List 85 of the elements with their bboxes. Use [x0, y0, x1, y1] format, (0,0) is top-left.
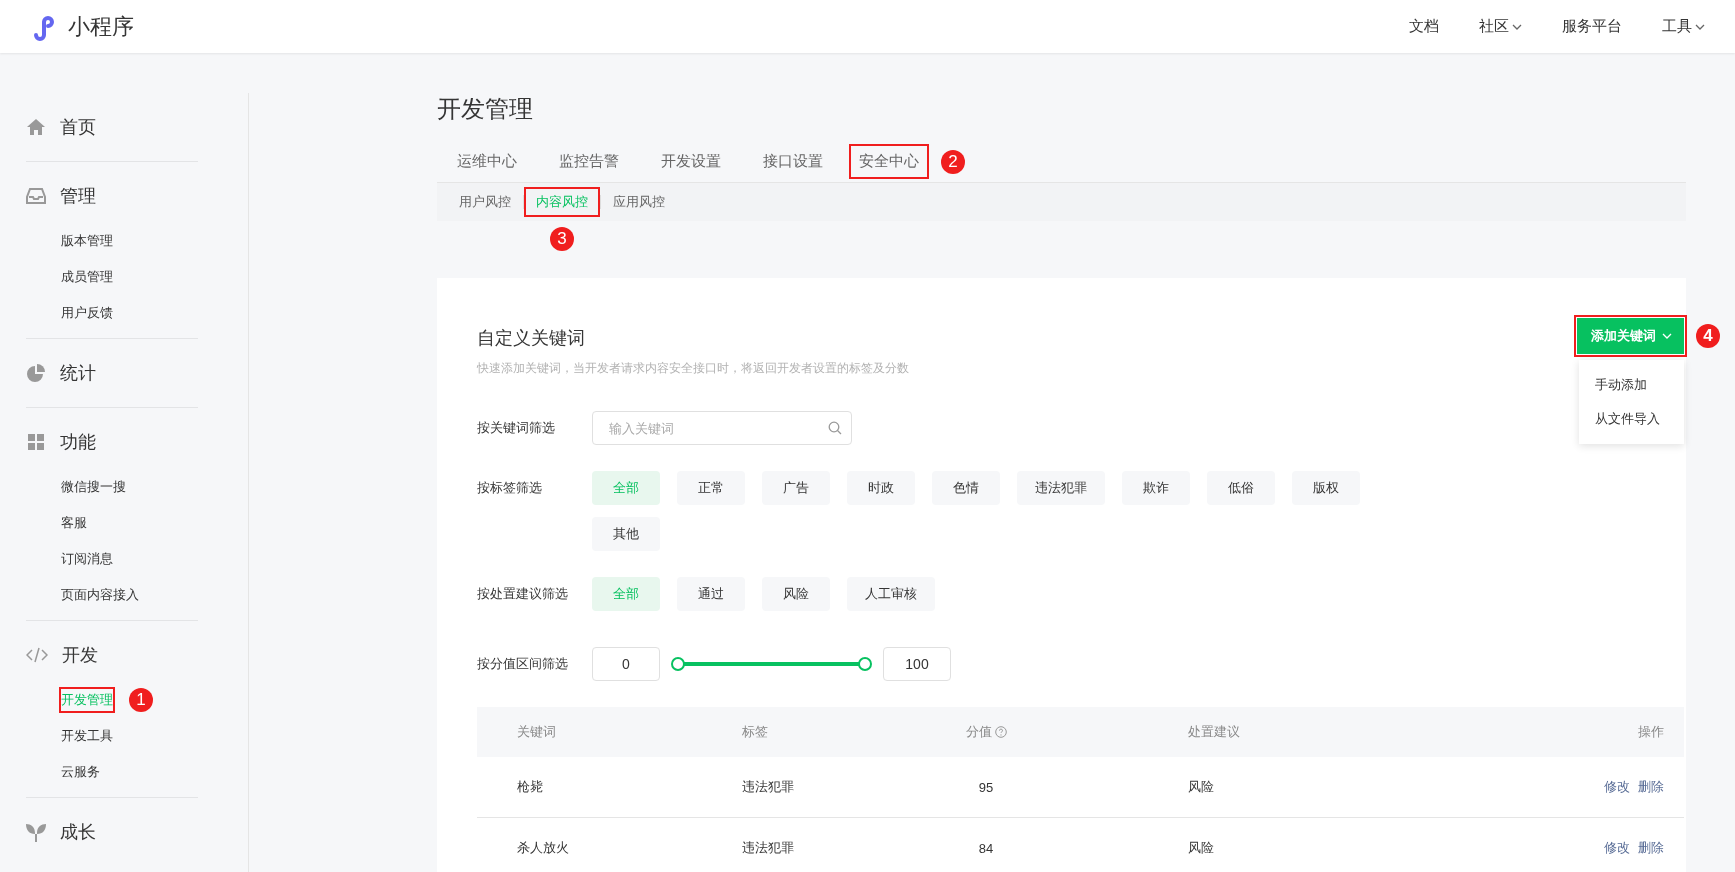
- inbox-icon: [26, 186, 46, 206]
- brand-name: 小程序: [68, 12, 134, 41]
- filter-option[interactable]: 违法犯罪: [1017, 471, 1105, 505]
- sub-tab[interactable]: 用户风控: [451, 191, 519, 213]
- column-header: 处置建议: [1187, 723, 1241, 741]
- sprout-icon: [26, 822, 46, 842]
- pie-chart-icon: [26, 363, 46, 383]
- sidebar-item[interactable]: 微信搜一搜: [61, 476, 126, 498]
- tab[interactable]: 开发设置: [641, 148, 743, 175]
- sidebar-section-title[interactable]: 开发: [62, 643, 98, 667]
- nav-link[interactable]: 社区: [1479, 17, 1522, 36]
- filter-label: 按关键词筛选: [477, 419, 556, 437]
- chevron-down-icon: [1695, 23, 1705, 30]
- chevron-down-icon: [1512, 23, 1522, 30]
- filter-option[interactable]: 通过: [677, 577, 745, 611]
- sidebar-item[interactable]: 成员管理: [61, 266, 113, 288]
- filter-option[interactable]: 人工审核: [847, 577, 935, 611]
- nav-link[interactable]: 工具: [1662, 17, 1705, 36]
- filter-option[interactable]: 色情: [932, 471, 1000, 505]
- filter-label: 按处置建议筛选: [477, 585, 569, 603]
- filter-option[interactable]: 风险: [762, 577, 830, 611]
- row-action-link[interactable]: 删除: [1638, 778, 1664, 796]
- search-field[interactable]: 输入关键词: [592, 411, 852, 445]
- sidebar-item[interactable]: 用户反馈: [61, 302, 113, 324]
- nav-link[interactable]: 文档: [1409, 17, 1439, 36]
- nav-link[interactable]: 服务平台: [1562, 17, 1622, 36]
- callout-badge: 3: [550, 227, 574, 251]
- table-cell-text: 违法犯罪: [742, 778, 795, 796]
- card-description: 快速添加关键词，当开发者请求内容安全接口时，将返回开发者设置的标签及分数: [477, 360, 909, 377]
- table-cell-text: 杀人放火: [517, 839, 570, 857]
- sidebar-item[interactable]: 订阅消息: [61, 548, 113, 570]
- filter-option[interactable]: 其他: [592, 517, 660, 551]
- column-header: 分值: [936, 723, 1036, 741]
- filter-option[interactable]: 欺诈: [1122, 471, 1190, 505]
- tab[interactable]: 运维中心: [437, 148, 539, 175]
- slider-thumb[interactable]: [858, 657, 872, 671]
- sidebar-section-title[interactable]: 成长: [60, 820, 96, 844]
- table-cell-text: 违法犯罪: [742, 839, 795, 857]
- code-icon: [26, 645, 48, 665]
- chevron-down-icon: [1662, 333, 1672, 339]
- callout-badge: 1: [129, 688, 153, 712]
- range-slider[interactable]: [671, 657, 872, 671]
- table-cell-text: 风险: [1187, 839, 1215, 857]
- filter-label: 按分值区间筛选: [477, 655, 569, 673]
- sidebar-item[interactable]: 开发工具: [61, 725, 113, 747]
- column-header: 操作: [1638, 723, 1664, 741]
- menu-item[interactable]: 手动添加: [1579, 368, 1684, 402]
- sidebar-item[interactable]: 版本管理: [61, 230, 113, 252]
- column-header: 关键词: [517, 723, 557, 741]
- sidebar-section-title[interactable]: 功能: [60, 430, 96, 454]
- sidebar-item[interactable]: 客服: [61, 512, 87, 534]
- table-cell-text: 95: [977, 779, 995, 795]
- tab[interactable]: 接口设置: [743, 148, 845, 175]
- table-cell-text: 风险: [1187, 778, 1215, 796]
- filter-option[interactable]: 低俗: [1207, 471, 1275, 505]
- row-action-link[interactable]: 删除: [1638, 839, 1664, 857]
- callout-badge: 4: [1696, 324, 1720, 348]
- sidebar-item[interactable]: 云服务: [61, 761, 100, 783]
- row-action-link[interactable]: 修改: [1604, 778, 1630, 796]
- card-title: 自定义关键词: [477, 327, 586, 350]
- sidebar-item[interactable]: 页面内容接入: [61, 584, 139, 606]
- min-score-field[interactable]: 0: [592, 647, 660, 681]
- callout-badge: 2: [941, 149, 965, 174]
- menu-item[interactable]: 从文件导入: [1579, 402, 1684, 436]
- filter-option[interactable]: 版权: [1292, 471, 1360, 505]
- sidebar-section-title[interactable]: 管理: [60, 184, 96, 208]
- filter-option[interactable]: 时政: [847, 471, 915, 505]
- slider-thumb[interactable]: [671, 657, 685, 671]
- row-action-link[interactable]: 修改: [1604, 839, 1630, 857]
- page-title: 开发管理: [437, 94, 534, 124]
- table-cell-text: 84: [977, 840, 995, 856]
- table-cell-text: 枪毙: [517, 778, 544, 796]
- search-icon: [828, 421, 842, 435]
- grid-icon: [26, 432, 46, 452]
- column-header: 标签: [742, 723, 769, 741]
- tab[interactable]: 监控告警: [539, 148, 641, 175]
- filter-option[interactable]: 广告: [762, 471, 830, 505]
- help-icon: [994, 726, 1007, 738]
- filter-label: 按标签筛选: [477, 479, 543, 497]
- sidebar-section-title[interactable]: 首页: [60, 115, 96, 139]
- home-icon: [26, 117, 46, 137]
- filter-option[interactable]: 正常: [677, 471, 745, 505]
- sub-tab[interactable]: 应用风控: [605, 191, 673, 213]
- sidebar-section-title[interactable]: 统计: [60, 361, 96, 385]
- max-score-field[interactable]: 100: [883, 647, 951, 681]
